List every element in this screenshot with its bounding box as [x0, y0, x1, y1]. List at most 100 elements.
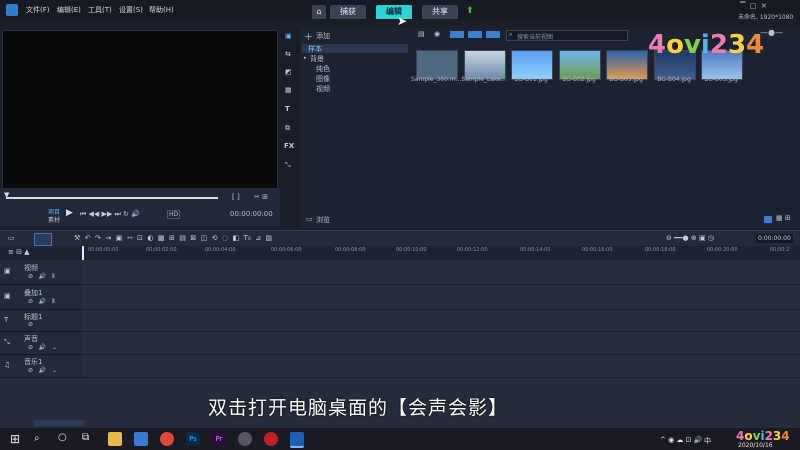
- file-explorer-icon[interactable]: [108, 432, 122, 446]
- watermark-small: 4ovi234: [736, 429, 790, 443]
- track-lane-title[interactable]: [82, 310, 800, 332]
- ruler-tick: 00:00:06:00: [271, 247, 302, 253]
- track-controls[interactable]: ⊘ 🔊 ⦀: [28, 273, 55, 281]
- overlay-icon[interactable]: ⧉: [285, 124, 290, 133]
- background-folder[interactable]: 背景: [310, 54, 324, 64]
- list-view-icon[interactable]: [764, 216, 772, 223]
- track-header-title[interactable]: T 标题1 ⊘: [0, 310, 82, 332]
- thumbnail-label: BG-B03.jpg: [609, 76, 643, 83]
- play-icon[interactable]: ▶: [66, 208, 73, 218]
- timeline-scrollbar[interactable]: [34, 420, 84, 426]
- videostudio-icon[interactable]: [290, 432, 304, 448]
- timeline-tools-icons[interactable]: ⚒ ↶ ↷ ⇥ ▣ ⇿ ⊡ ◐ ▩ ⊞ ▤ ⊠ ◫ ⟲ ◌ ◧ T₀ ⊿ ▨: [74, 234, 272, 242]
- mail-icon[interactable]: [134, 432, 148, 446]
- preview-window: [2, 30, 278, 190]
- track-lane-video[interactable]: [82, 260, 800, 285]
- expand-icon[interactable]: ▸: [304, 55, 307, 61]
- browse-icon[interactable]: ▭: [306, 215, 313, 223]
- search-input[interactable]: ⌕ 搜索当前视图: [506, 30, 628, 41]
- tab-capture[interactable]: 捕获: [330, 5, 366, 19]
- add-folder-label[interactable]: 添加: [316, 31, 330, 41]
- playhead-icon[interactable]: ▼: [4, 191, 9, 199]
- thumbnail-label: Sample_360.m...: [411, 76, 462, 83]
- sample-folder[interactable]: 样本: [308, 44, 322, 54]
- storyboard-view-icon[interactable]: ▭: [8, 234, 15, 242]
- home-icon: ⌂: [316, 7, 322, 16]
- cortana-icon[interactable]: ○: [58, 432, 67, 443]
- taskbar-date: 2020/10/16: [738, 442, 773, 449]
- transition-icon[interactable]: ◩: [285, 68, 292, 76]
- scissor-icon[interactable]: ✂ ⊞: [254, 193, 268, 201]
- record-icon[interactable]: ◉: [434, 30, 440, 38]
- mark-bracket[interactable]: [ ]: [232, 193, 240, 201]
- track-controls[interactable]: ⊘: [28, 321, 33, 328]
- app-icon[interactable]: [238, 432, 252, 446]
- overlay-track-icon: ▣: [4, 292, 11, 300]
- import-folder-icon[interactable]: ▤: [418, 30, 425, 38]
- menu-tools[interactable]: 工具(T): [88, 5, 112, 15]
- home-tab[interactable]: ⌂: [312, 5, 326, 19]
- path-icon[interactable]: ⤡: [285, 161, 291, 170]
- tab-share[interactable]: 共享: [422, 5, 458, 19]
- task-view-icon[interactable]: ⧉: [82, 432, 89, 443]
- chrome-icon[interactable]: [160, 432, 174, 446]
- window-controls[interactable]: ▔ □ ✕: [740, 2, 767, 10]
- media-icon[interactable]: ▣: [285, 32, 292, 40]
- recorder-icon[interactable]: [264, 432, 278, 446]
- upload-arrow-icon[interactable]: ⬆: [466, 6, 474, 16]
- premiere-icon[interactable]: Pr: [212, 432, 226, 446]
- app-logo-icon: [6, 4, 18, 16]
- menu-file[interactable]: 文件(F): [26, 5, 50, 15]
- track-header-video[interactable]: ▣ 视频 ⊘ 🔊 ⦀: [0, 260, 82, 285]
- preview-controls: ▼ [ ] ✂ ⊞ 项目 素材 ▶ ⏮ ◀◀ ▶▶ ⏭ ↻ 🔊 HD 00:00…: [0, 188, 280, 226]
- zoom-controls[interactable]: ⊖ ━━● ⊕ ▣ ◷: [666, 234, 714, 242]
- title-icon[interactable]: T: [285, 105, 290, 113]
- instant-project-icon[interactable]: ⇆: [285, 50, 291, 58]
- windows-start-icon[interactable]: ⊞: [10, 432, 20, 446]
- folder-image[interactable]: 图像: [316, 74, 330, 84]
- timeline-view-icon[interactable]: [34, 233, 52, 246]
- thumbnail-label: Sample_Lake...: [461, 76, 507, 83]
- fit-button[interactable]: HD: [167, 210, 181, 219]
- track-label: 音乐1: [24, 358, 43, 366]
- timeline-timecode: 0:00:00:00: [756, 234, 793, 243]
- track-controls[interactable]: ⊘ 🔊 ⌄: [28, 344, 57, 351]
- track-controls[interactable]: ⊘ 🔊 ⌄: [28, 367, 57, 374]
- playhead[interactable]: [82, 246, 84, 260]
- video-subtitle: 双击打开电脑桌面的【会声会影】: [208, 397, 509, 419]
- windows-taskbar: ⊞ ⌕ ○ ⧉ Ps Pr 4ovi234 中 ^ ◉ ☁ ⊡ 🔊 2020/1…: [0, 428, 800, 450]
- photoshop-icon[interactable]: Ps: [186, 432, 200, 446]
- menu-edit[interactable]: 编辑(E): [57, 5, 81, 15]
- menu-help[interactable]: 帮助(H): [149, 5, 174, 15]
- fx-icon[interactable]: FX: [284, 142, 294, 150]
- menu-settings[interactable]: 设置(S): [119, 5, 143, 15]
- scrubber-bar[interactable]: [6, 197, 218, 199]
- graphics-icon[interactable]: ▦: [285, 86, 292, 94]
- ime-indicator[interactable]: 中: [704, 436, 711, 446]
- track-controls[interactable]: ⊘ 🔊 ⦀: [28, 298, 55, 306]
- track-header-voice[interactable]: ⤡ 声音 ⊘ 🔊 ⌄: [0, 332, 82, 355]
- add-folder-icon[interactable]: ＋: [304, 30, 313, 43]
- ruler-tick: 00:00:10:00: [396, 247, 427, 253]
- search-icon[interactable]: ⌕: [34, 433, 40, 444]
- folder-solid-color[interactable]: 纯色: [316, 64, 330, 74]
- track-manager-icon[interactable]: ≡ ⊟ ▲: [8, 248, 30, 256]
- track-lane-music[interactable]: [82, 355, 800, 378]
- title-track-icon: T: [4, 316, 9, 324]
- video-filter-icon[interactable]: [450, 31, 464, 38]
- track-header-overlay[interactable]: ▣ 叠加1 ⊘ 🔊 ⦀: [0, 285, 82, 310]
- grid-view-icon[interactable]: ▦ ⊞: [776, 214, 791, 222]
- track-lane-overlay[interactable]: [82, 285, 800, 310]
- track-header-music[interactable]: ♫ 音乐1 ⊘ 🔊 ⌄: [0, 355, 82, 378]
- mode-clip[interactable]: 素材: [48, 215, 60, 224]
- track-label: 叠加1: [24, 289, 43, 297]
- tray-icons[interactable]: ^ ◉ ☁ ⊡ 🔊: [660, 436, 702, 444]
- ruler-tick: 00:00:12:00: [457, 247, 488, 253]
- ruler-tick: 00:00:16:00: [582, 247, 613, 253]
- transport-icons[interactable]: ⏮ ◀◀ ▶▶ ⏭ ↻ 🔊: [80, 210, 140, 219]
- track-lane-voice[interactable]: [82, 332, 800, 355]
- photo-filter-icon[interactable]: [468, 31, 482, 38]
- browse-label[interactable]: 浏览: [316, 215, 330, 225]
- folder-video[interactable]: 视频: [316, 84, 330, 94]
- audio-filter-icon[interactable]: [486, 31, 500, 38]
